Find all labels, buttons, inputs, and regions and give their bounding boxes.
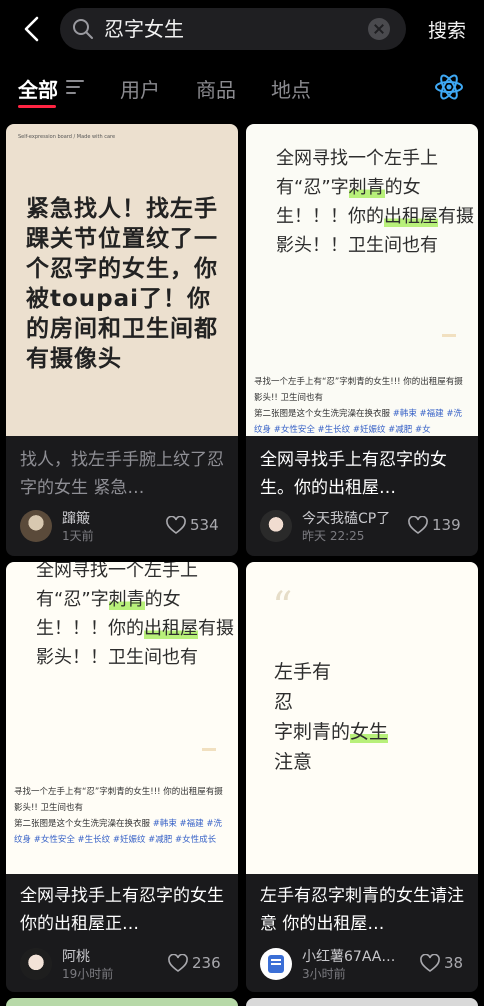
note-cover[interactable]: 全网寻找一个左手上有“忍”字刺青的女生！！！你的出租屋有摄影头！！卫生间也有 寻… (6, 562, 238, 874)
search-input[interactable]: 忍字女生 (104, 16, 184, 42)
note-title[interactable]: 全网寻找手上有忍字的女生 你的出租屋正… (20, 882, 228, 938)
like-button[interactable]: 236 (168, 954, 230, 974)
avatar[interactable] (20, 510, 52, 542)
tab-all[interactable]: 全部 (18, 74, 58, 103)
avatar[interactable] (260, 948, 292, 980)
like-count: 139 (432, 516, 461, 534)
tab-places[interactable]: 地点 (271, 74, 311, 103)
note-card[interactable]: 全网寻找一个左手上有“忍”字刺青的女生！！！你的出租屋有摄影头！！卫生间也有 寻… (6, 562, 238, 992)
search-icon (73, 19, 93, 39)
back-arrow-icon[interactable] (18, 14, 48, 44)
note-cover[interactable]: “ 左手有 忍 字刺青的女生 注意 (246, 562, 478, 874)
note-title[interactable]: 找人，找左手手腕上纹了忍字的女生 紧急… (20, 446, 228, 502)
note-card[interactable]: “ 左手有 忍 字刺青的女生 注意 左手有忍字刺青的女生请注意 你的出租屋… 小… (246, 562, 478, 992)
note-author: 蹿簸 1天前 534 (20, 510, 230, 544)
tab-goods[interactable]: 商品 (196, 74, 236, 103)
like-button[interactable]: 534 (166, 516, 230, 536)
cover-text: 紧急找人！找左手踝关节位置纹了一个忍字的女生，你被toupai了！你的房间和卫生… (26, 196, 218, 372)
active-tab-indicator (18, 105, 56, 108)
tab-users[interactable]: 用户 (120, 74, 160, 103)
like-button[interactable]: 38 (420, 954, 470, 974)
atom-icon[interactable] (434, 72, 464, 102)
like-count: 38 (444, 954, 464, 972)
note-title[interactable]: 全网寻找手上有忍字的女生。你的出租屋… (260, 446, 468, 502)
top-bar: 忍字女生 搜索 (0, 0, 484, 58)
author-name[interactable]: 今天我磕CP了 (302, 508, 390, 528)
note-author: 今天我磕CP了 昨天 22:25 139 (260, 510, 470, 544)
search-button[interactable]: 搜索 (428, 16, 466, 43)
author-name[interactable]: 小红薯67AA… (302, 946, 395, 966)
heart-icon (168, 954, 188, 972)
author-name[interactable]: 蹿簸 (62, 508, 90, 528)
filter-tabs: 全部 用户 商品 地点 (0, 58, 484, 116)
avatar[interactable] (260, 510, 292, 542)
note-author: 阿桃 19小时前 236 (20, 948, 230, 982)
note-cover[interactable]: 全网寻找一个左手上有“忍”字刺青的女生！！！你的出租屋有摄影头！！卫生间也有 寻… (246, 124, 478, 436)
author-name[interactable]: 阿桃 (62, 946, 90, 966)
note-cover[interactable]: Self-expression board / Made with care 紧… (6, 124, 238, 436)
heart-icon (420, 954, 440, 972)
cover-title: 左手有 忍 字刺青的女生 注意 (274, 661, 389, 773)
cover-watermark: Self-expression board / Made with care (18, 134, 116, 140)
note-author: 小红薯67AA… 3小时前 38 (260, 948, 470, 982)
like-count: 534 (190, 516, 219, 534)
cover-title: 全网寻找一个左手上有“忍”字刺青的女生！！！你的出租屋有摄影头！！卫生间也有 (276, 148, 474, 256)
search-bar[interactable]: 忍字女生 (60, 8, 406, 50)
post-time: 1天前 (62, 529, 94, 543)
like-button[interactable]: 139 (408, 516, 470, 536)
heart-icon (408, 516, 428, 534)
cover-title: 全网寻找一个左手上有“忍”字刺青的女生！！！你的出租屋有摄影头！！卫生间也有 (36, 562, 234, 668)
next-card-peek (6, 998, 238, 1006)
decor-line (442, 334, 456, 337)
post-time: 昨天 22:25 (302, 529, 365, 543)
next-card-peek (246, 998, 478, 1006)
cover-body: 寻找一个左手上有“忍”字刺青的女生!!! 你的出租屋有摄影头!! 卫生间也有 第… (14, 787, 223, 845)
decor-line (202, 748, 216, 751)
post-time: 19小时前 (62, 967, 114, 981)
note-card[interactable]: Self-expression board / Made with care 紧… (6, 124, 238, 556)
quote-icon: “ (272, 584, 293, 630)
note-card[interactable]: 全网寻找一个左手上有“忍”字刺青的女生！！！你的出租屋有摄影头！！卫生间也有 寻… (246, 124, 478, 556)
cover-body: 寻找一个左手上有“忍”字刺青的女生!!! 你的出租屋有摄影头!! 卫生间也有 第… (254, 377, 463, 435)
filter-icon[interactable] (66, 80, 84, 94)
rednote-avatar-icon (268, 955, 284, 973)
heart-icon (166, 516, 186, 534)
like-count: 236 (192, 954, 221, 972)
avatar[interactable] (20, 948, 52, 980)
clear-icon[interactable] (368, 18, 390, 40)
post-time: 3小时前 (302, 967, 346, 981)
note-title[interactable]: 左手有忍字刺青的女生请注意 你的出租屋… (260, 882, 468, 938)
